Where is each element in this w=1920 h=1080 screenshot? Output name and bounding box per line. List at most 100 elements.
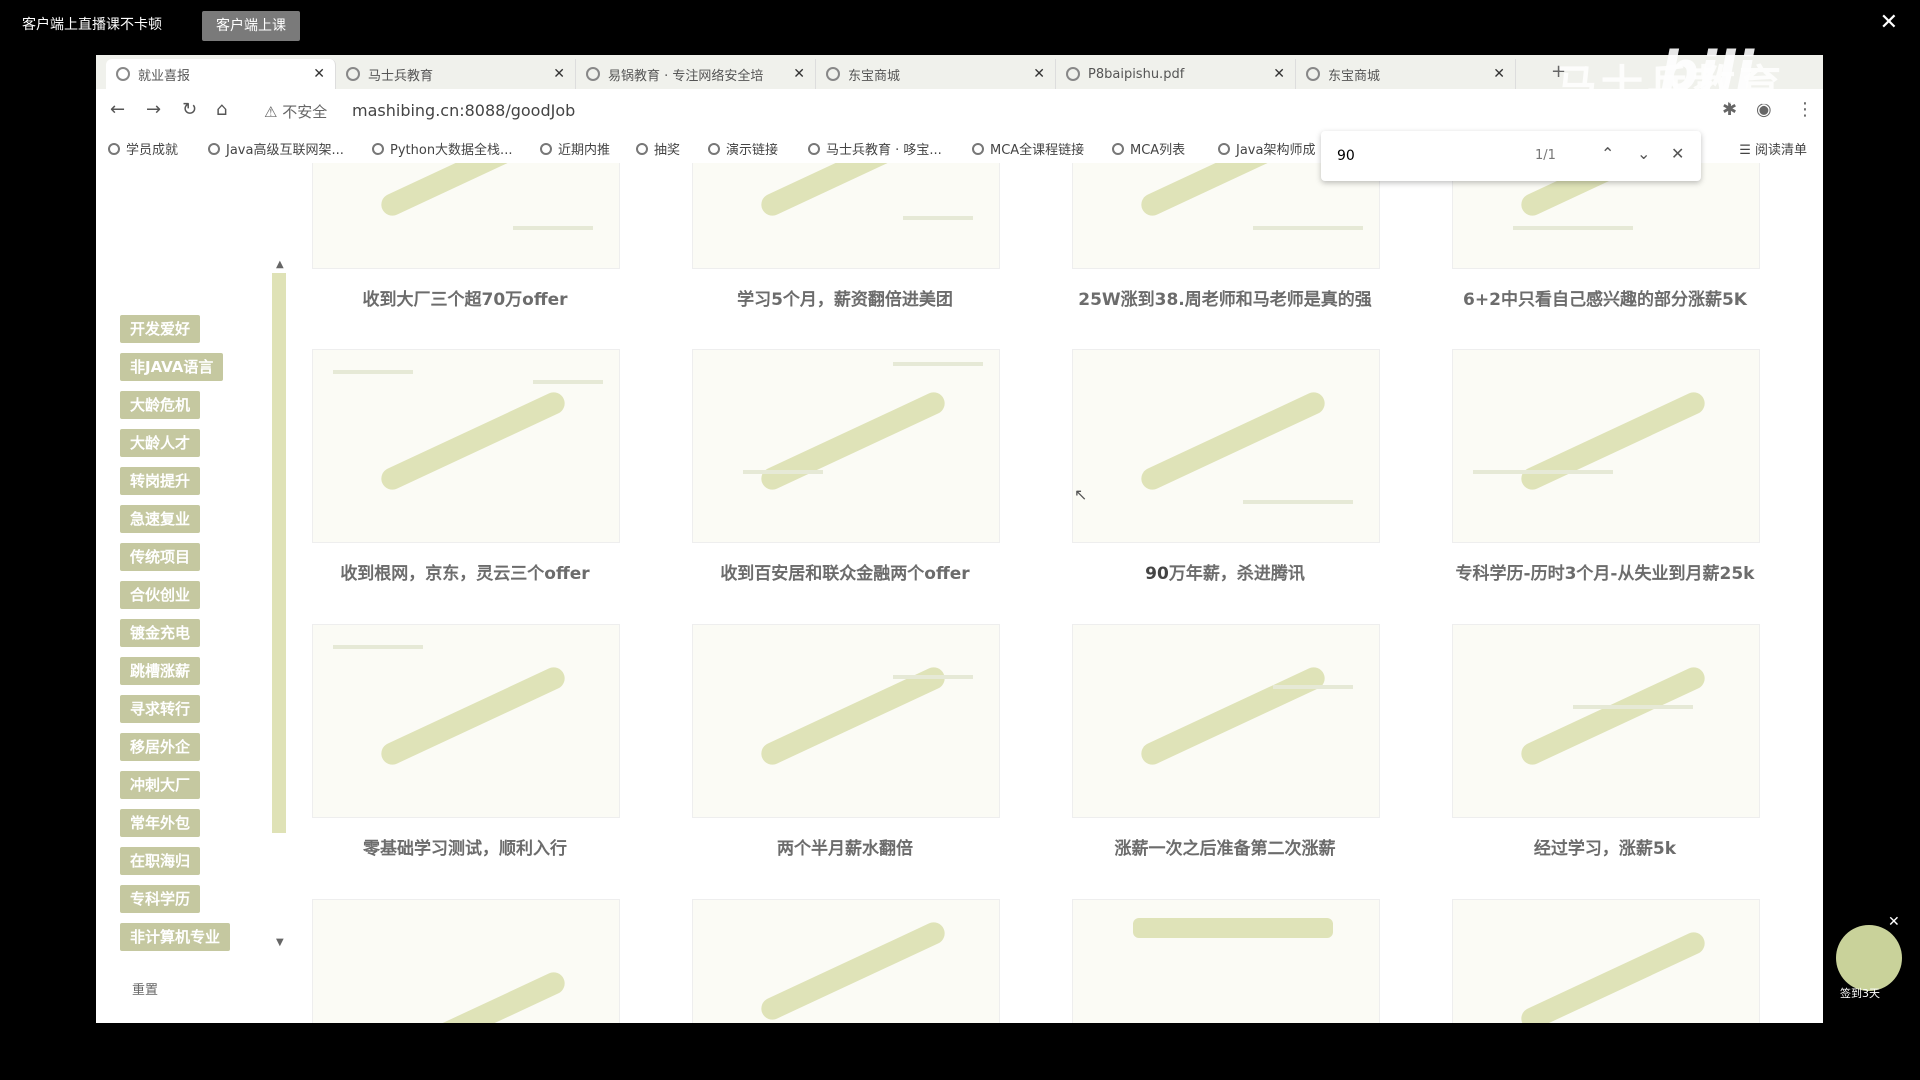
bookmark-item[interactable]: MCA列表 — [1112, 139, 1185, 158]
testimonial-card[interactable]: 6+2中只看自己感兴趣的部分涨薪5K — [1452, 163, 1760, 310]
testimonial-card[interactable]: 收到大厂三个超70万offer — [312, 163, 620, 310]
testimonial-caption: 收到百安居和联众金融两个offer — [720, 564, 970, 584]
find-input[interactable] — [1335, 147, 1519, 165]
testimonial-card[interactable] — [692, 899, 1000, 1023]
mouse-cursor-icon: ↖ — [1074, 485, 1088, 504]
address-bar[interactable]: mashibing.cn:8088/goodJob — [352, 101, 575, 120]
close-tab-icon[interactable]: ✕ — [553, 66, 565, 82]
tab-label: P8baipishu.pdf — [1088, 66, 1185, 82]
sidebar-item[interactable]: 常年外包 — [120, 809, 201, 837]
bookmark-icon — [972, 143, 984, 155]
testimonial-card[interactable] — [312, 899, 620, 1023]
find-next-icon[interactable]: ⌄ — [1637, 144, 1650, 163]
testimonial-card[interactable]: 收到百安居和联众金融两个offer — [692, 349, 1000, 584]
home-icon[interactable]: ⌂ — [216, 99, 227, 120]
close-icon[interactable]: ✕ — [1880, 10, 1898, 35]
bookmark-item[interactable]: 演示链接 — [708, 139, 778, 158]
sidebar-item[interactable]: 非计算机专业 — [120, 923, 231, 951]
testimonial-thumbnail — [692, 163, 1000, 269]
security-indicator[interactable]: ⚠ 不安全 — [264, 101, 327, 122]
close-tab-icon[interactable]: ✕ — [1273, 66, 1285, 82]
close-tab-icon[interactable]: ✕ — [1493, 66, 1505, 82]
bookmark-item[interactable]: Python大数据全栈... — [372, 139, 512, 158]
bookmark-item[interactable]: 学员成就 — [108, 139, 178, 158]
testimonial-card[interactable]: 25W涨到38.周老师和马老师是真的强 — [1072, 163, 1380, 310]
sidebar-item[interactable]: 开发爱好 — [120, 315, 201, 343]
sidebar-item[interactable]: 镀金充电 — [120, 619, 201, 647]
sidebar-item[interactable]: 传统项目 — [120, 543, 201, 571]
testimonial-caption: 收到大厂三个超70万offer — [362, 290, 568, 310]
page-icon — [346, 67, 360, 81]
sidebar-scrollbar[interactable] — [272, 273, 286, 833]
find-close-icon[interactable]: ✕ — [1671, 144, 1684, 163]
sidebar-item[interactable]: 大龄危机 — [120, 391, 201, 419]
bookmark-icon — [208, 143, 220, 155]
testimonial-card[interactable]: 经过学习，涨薪5k — [1452, 624, 1760, 859]
tab-label: 马士兵教育 — [368, 68, 434, 84]
sidebar-item[interactable]: 转岗提升 — [120, 467, 201, 495]
testimonial-thumbnail — [1072, 624, 1380, 818]
page-icon — [586, 67, 600, 81]
bookmark-item[interactable]: 近期内推 — [540, 139, 610, 158]
tab-goodjob[interactable]: 就业喜报 ✕ — [106, 59, 336, 89]
bookmark-item[interactable]: 马士兵教育 · 哆宝... — [808, 139, 942, 158]
sidebar-item[interactable]: 跳槽涨薪 — [120, 657, 201, 685]
menu-icon[interactable]: ⋮ — [1796, 99, 1814, 120]
browser-window: 就业喜报 ✕ 马士兵教育 ✕ 易锅教育 · 专注网络安全培 ✕ 东宝商城 ✕ P… — [96, 55, 1823, 1023]
testimonial-caption: 涨薪一次之后准备第二次涨薪 — [1114, 839, 1336, 859]
testimonial-thumbnail — [312, 899, 620, 1023]
back-icon[interactable]: ← — [110, 99, 125, 120]
sidebar-item[interactable]: 大龄人才 — [120, 429, 201, 457]
testimonial-caption: 6+2中只看自己感兴趣的部分涨薪5K — [1463, 290, 1747, 310]
scroll-up-icon[interactable]: ▲ — [276, 259, 284, 270]
testimonial-caption: 收到根网，京东，灵云三个offer — [340, 564, 590, 584]
close-tab-icon[interactable]: ✕ — [793, 66, 805, 82]
bookmark-item[interactable]: MCA全课程链接 — [972, 139, 1084, 158]
sidebar-item[interactable]: 寻求转行 — [120, 695, 201, 723]
tab-security[interactable]: 易锅教育 · 专注网络安全培 ✕ — [576, 59, 816, 89]
testimonial-card[interactable] — [1452, 899, 1760, 1023]
sidebar-item[interactable]: 冲刺大厂 — [120, 771, 201, 799]
gift-label: 签到3天 — [1840, 987, 1880, 1000]
reload-icon[interactable]: ↻ — [182, 99, 197, 120]
tab-mashibing[interactable]: 马士兵教育 ✕ — [336, 59, 576, 89]
sidebar-item[interactable]: 在职海归 — [120, 847, 201, 875]
client-class-button[interactable]: 客户端上课 — [202, 11, 300, 41]
scroll-down-icon[interactable]: ▼ — [276, 937, 284, 948]
page-scrollbar[interactable] — [1809, 163, 1821, 1023]
tab-pdf[interactable]: P8baipishu.pdf ✕ — [1056, 59, 1296, 89]
testimonial-thumbnail — [1452, 349, 1760, 543]
testimonial-card[interactable] — [1072, 899, 1380, 1023]
close-tab-icon[interactable]: ✕ — [313, 66, 325, 82]
testimonial-caption: 专科学历-历时3个月-从失业到月薪25k — [1455, 564, 1755, 584]
testimonial-card[interactable]: 两个半月薪水翻倍 — [692, 624, 1000, 859]
testimonial-card[interactable]: 收到根网，京东，灵云三个offer — [312, 349, 620, 584]
bookmark-item[interactable]: Java架构师成 — [1218, 139, 1315, 158]
close-tab-icon[interactable]: ✕ — [1033, 66, 1045, 82]
testimonial-card[interactable]: 零基础学习测试，顺利入行 — [312, 624, 620, 859]
sidebar-item[interactable]: 移居外企 — [120, 733, 201, 761]
tab-label: 东宝商城 — [1328, 68, 1381, 84]
testimonial-card[interactable]: 涨薪一次之后准备第二次涨薪 — [1072, 624, 1380, 859]
search-highlight: 90 — [1145, 564, 1169, 584]
tab-dongbao-2[interactable]: 东宝商城 ✕ — [1296, 59, 1516, 89]
bookmark-item[interactable]: 抽奖 — [636, 139, 680, 158]
find-previous-icon[interactable]: ⌃ — [1601, 144, 1614, 163]
close-icon[interactable]: ✕ — [1888, 914, 1900, 930]
sidebar-item[interactable]: 专科学历 — [120, 885, 201, 913]
reset-link[interactable]: 重置 — [132, 979, 158, 998]
testimonial-card[interactable]: 90万年薪，杀进腾讯 — [1072, 349, 1380, 584]
forward-icon[interactable]: → — [146, 99, 161, 120]
gift-icon[interactable] — [1836, 925, 1902, 991]
sidebar-item[interactable]: 非JAVA语言 — [120, 353, 224, 381]
tab-dongbao-1[interactable]: 东宝商城 ✕ — [816, 59, 1056, 89]
testimonial-thumbnail — [312, 349, 620, 543]
testimonial-card[interactable]: 学习5个月，薪资翻倍进美团 — [692, 163, 1000, 310]
testimonial-caption: 25W涨到38.周老师和马老师是真的强 — [1078, 290, 1372, 310]
reading-list-button[interactable]: ☰ 阅读清单 — [1739, 139, 1807, 158]
bookmark-item[interactable]: Java高级互联网架... — [208, 139, 344, 158]
sidebar-item[interactable]: 合伙创业 — [120, 581, 201, 609]
page-content: 开发爱好 非JAVA语言 大龄危机 大龄人才 转岗提升 急速复业 传统项目 合伙… — [96, 163, 1823, 1023]
testimonial-card[interactable]: 专科学历-历时3个月-从失业到月薪25k — [1452, 349, 1760, 584]
sidebar-item[interactable]: 急速复业 — [120, 505, 201, 533]
